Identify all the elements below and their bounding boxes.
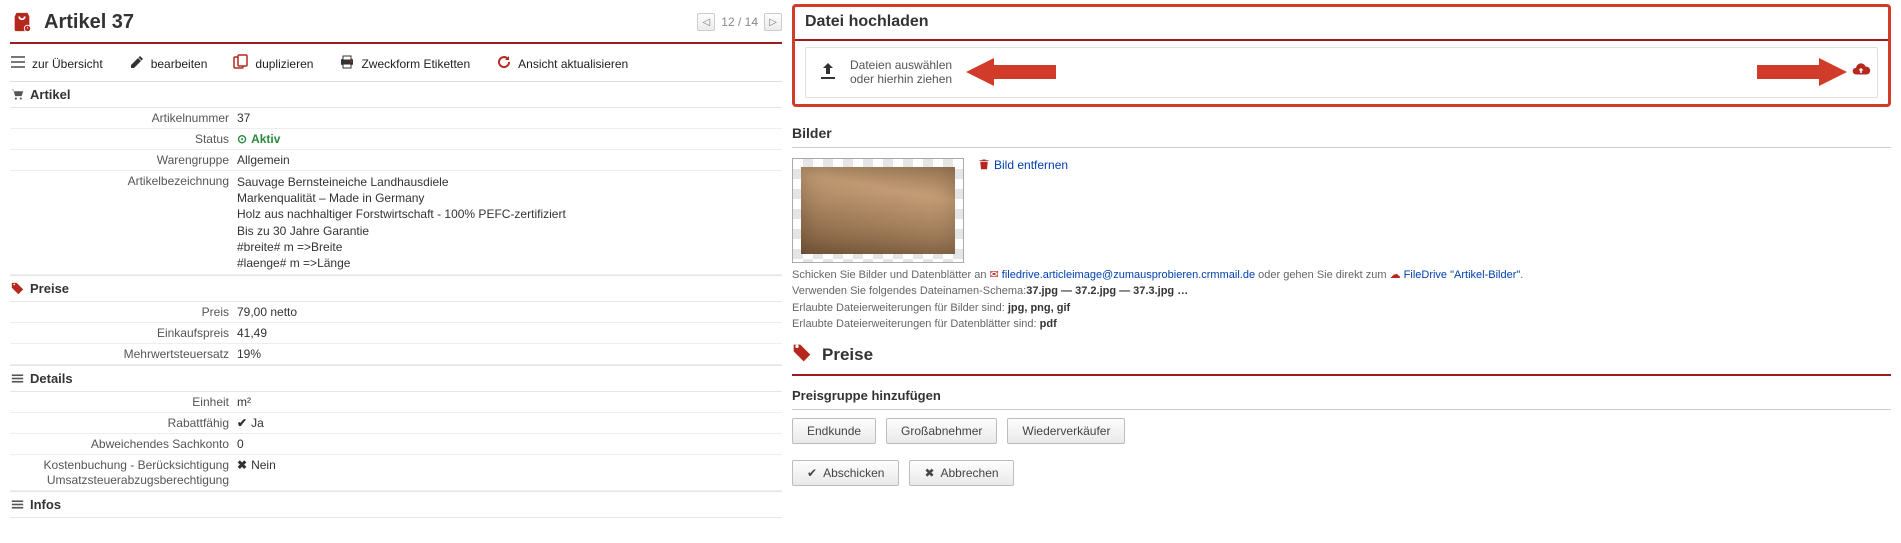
refresh-icon [496, 54, 512, 73]
refresh-button[interactable]: Ansicht aktualisieren [496, 54, 628, 73]
preise-panel-title: Preise [792, 333, 1891, 374]
field-value-kostenbuchung: Nein [237, 458, 276, 472]
pager: ◁ 12 / 14 ▷ [697, 13, 782, 31]
section-title: Infos [30, 497, 61, 512]
pricetag-icon [792, 343, 812, 368]
divider [795, 39, 1888, 41]
section-title: Artikel [30, 87, 70, 102]
upload-icon [816, 59, 840, 86]
edit-button[interactable]: bearbeiten [129, 54, 208, 73]
hamburger-icon [10, 372, 24, 386]
check-icon: ✔ [807, 466, 817, 480]
shopping-bag-icon [10, 10, 34, 34]
pager-prev-button[interactable]: ◁ [697, 13, 715, 31]
field-value-warengruppe: Allgemein [237, 153, 782, 167]
list-icon [10, 54, 26, 73]
annotation-arrow-icon [1757, 55, 1847, 89]
toolbar-label: Ansicht aktualisieren [518, 57, 628, 71]
field-label: Mehrwertsteuersatz [10, 347, 237, 361]
field-label: Einkaufspreis [10, 326, 237, 340]
field-value-einheit: m² [237, 395, 782, 409]
filedrive-email-link[interactable]: filedrive.articleimage@zumausprobieren.c… [1002, 269, 1255, 281]
section-preise: Preise [10, 275, 782, 302]
divider [792, 374, 1891, 376]
page-title: Artikel 37 [44, 11, 697, 34]
preisgruppe-subtitle: Preisgruppe hinzufügen [792, 382, 1891, 410]
toolbar-label: bearbeiten [151, 57, 208, 71]
mail-icon: ✉ [990, 269, 999, 281]
zweckform-button[interactable]: Zweckform Etiketten [339, 54, 470, 73]
filedrive-link[interactable]: FileDrive "Artikel-Bilder" [1404, 269, 1521, 281]
remove-image-label: Bild entfernen [994, 158, 1068, 172]
field-value-mwst: 19% [237, 347, 782, 361]
section-infos: Infos [10, 491, 782, 518]
field-label: Warengruppe [10, 153, 237, 167]
field-label: Kostenbuchung - Berücksichtigung Umsatzs… [10, 458, 237, 487]
image-preview [801, 167, 955, 254]
toolbar-label: Zweckform Etiketten [361, 57, 470, 71]
status-badge: Aktiv [237, 132, 280, 146]
pencil-icon [129, 54, 145, 73]
field-value-rabatt: Ja [237, 416, 264, 430]
section-title: Preise [30, 281, 69, 296]
cancel-button[interactable]: ✖Abbrechen [909, 460, 1013, 486]
field-value-bezeichnung: Sauvage Bernsteineiche Landhausdiele Mar… [237, 174, 782, 271]
overview-button[interactable]: zur Übersicht [10, 54, 103, 73]
toolbar-label: duplizieren [255, 57, 313, 71]
close-icon: ✖ [924, 466, 934, 480]
trash-icon [978, 158, 990, 173]
remove-image-button[interactable]: Bild entfernen [978, 158, 1068, 173]
upload-dropzone[interactable]: Dateien auswählen oder hierhin ziehen [805, 47, 1878, 98]
section-details: Details [10, 365, 782, 392]
tag-icon [10, 282, 24, 296]
bilder-title: Bilder [792, 115, 1891, 148]
cloud-upload-icon[interactable] [1851, 60, 1871, 85]
upload-panel: Datei hochladen Dateien auswählen oder h… [792, 4, 1891, 107]
divider [10, 42, 782, 44]
upload-text: Dateien auswählen oder hierhin ziehen [850, 58, 952, 87]
toolbar: zur Übersicht bearbeiten duplizieren Zwe… [10, 48, 782, 82]
submit-button[interactable]: ✔Abschicken [792, 460, 899, 486]
print-icon [339, 54, 355, 73]
field-label: Einheit [10, 395, 237, 409]
field-label: Artikelnummer [10, 111, 237, 125]
section-title: Details [30, 371, 73, 386]
field-label: Abweichendes Sachkonto [10, 437, 237, 451]
field-label: Rabattfähig [10, 416, 237, 430]
annotation-arrow-icon [966, 55, 1056, 89]
cart-icon [10, 88, 24, 102]
cloud-icon: ☁ [1390, 269, 1401, 281]
duplicate-icon [233, 54, 249, 73]
image-thumbnail[interactable] [792, 158, 964, 263]
endkunde-button[interactable]: Endkunde [792, 418, 876, 444]
field-value-sachkonto: 0 [237, 437, 782, 451]
hamburger-icon [10, 497, 24, 511]
field-value-artikelnummer: 37 [237, 111, 782, 125]
wiederverkaeufer-button[interactable]: Wiederverkäufer [1007, 418, 1125, 444]
duplicate-button[interactable]: duplizieren [233, 54, 313, 73]
field-label: Preis [10, 305, 237, 319]
field-value-einkauf: 41,49 [237, 326, 782, 340]
grossabnehmer-button[interactable]: Großabnehmer [886, 418, 997, 444]
upload-title: Datei hochladen [795, 7, 1888, 37]
section-artikel: Artikel [10, 82, 782, 108]
pager-position: 12 / 14 [721, 15, 758, 29]
field-label: Status [10, 132, 237, 146]
field-value-preis: 79,00 netto [237, 305, 782, 319]
pager-next-button[interactable]: ▷ [764, 13, 782, 31]
upload-hints: Schicken Sie Bilder und Datenblätter an … [792, 267, 1891, 333]
toolbar-label: zur Übersicht [32, 57, 103, 71]
field-label: Artikelbezeichnung [10, 174, 237, 271]
